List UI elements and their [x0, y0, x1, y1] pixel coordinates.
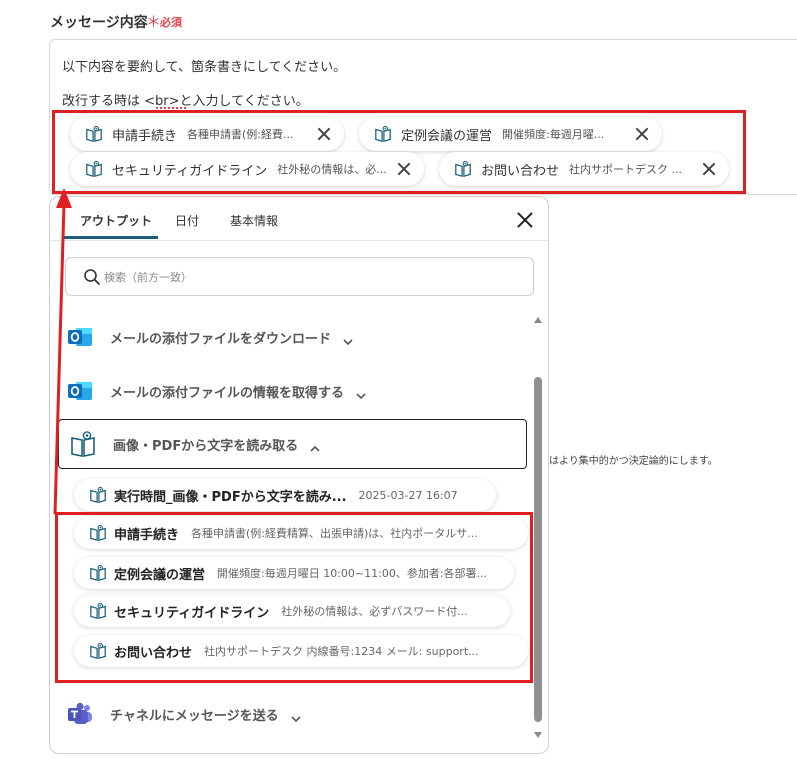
section-label: 画像・PDFから文字を読み取る [113, 438, 299, 454]
chevron-down-icon [291, 709, 301, 723]
section-label: メールの添付ファイルをダウンロード [110, 331, 332, 347]
scroll-down-arrow[interactable] [534, 732, 542, 738]
teams-icon [66, 700, 94, 728]
section-label: メールの添付ファイルの情報を取得する [110, 385, 345, 401]
section-label: チャネルにメッセージを送る [110, 708, 279, 724]
tab-date[interactable]: 日付 [175, 212, 199, 229]
output-title: 実行時間_画像・PDFから文字を読み... [114, 489, 347, 505]
spellcheck-underline [156, 106, 186, 109]
scrollbar-thumb[interactable] [534, 377, 542, 722]
section-send-channel-message[interactable]: チャネルにメッセージを送る [66, 694, 526, 734]
search-box[interactable] [65, 257, 534, 296]
ocr-book-icon [88, 485, 108, 505]
panel-tabs: アウトプット 日付 基本情報 [50, 197, 548, 241]
section-ocr-read-text[interactable]: 画像・PDFから文字を読み取る [58, 419, 527, 469]
section-download-attachments[interactable]: メールの添付ファイルをダウンロード [66, 317, 526, 357]
output-item-execution-time[interactable]: 実行時間_画像・PDFから文字を読み... 2025-03-27 16:07 [74, 479, 496, 511]
background-note-text: はより集中的かつ決定論的にします。 [549, 456, 718, 467]
close-icon[interactable] [516, 211, 534, 229]
search-icon [83, 268, 101, 286]
highlight-arrow [53, 188, 72, 515]
scroll-up-arrow[interactable] [534, 317, 542, 323]
required-asterisk: ＊ [146, 13, 162, 31]
message-content-label: メッセージ内容 [50, 15, 148, 31]
tab-basic-info[interactable]: 基本情報 [230, 212, 278, 229]
chevron-up-icon [310, 439, 320, 452]
chevron-down-icon [343, 332, 353, 346]
active-tab-indicator [64, 236, 158, 239]
required-text: 必須 [160, 16, 182, 29]
chevron-down-icon [356, 386, 366, 400]
search-input[interactable] [104, 268, 504, 286]
textarea-line-1: 以下内容を要約して、箇条書きにしてください。 [62, 60, 347, 75]
highlight-outputs-box [55, 512, 533, 683]
output-desc: 2025-03-27 16:07 [358, 488, 458, 502]
highlight-chips-box [52, 110, 746, 194]
tab-output[interactable]: アウトプット [80, 212, 152, 229]
section-get-attachment-info[interactable]: メールの添付ファイルの情報を取得する [66, 371, 526, 411]
